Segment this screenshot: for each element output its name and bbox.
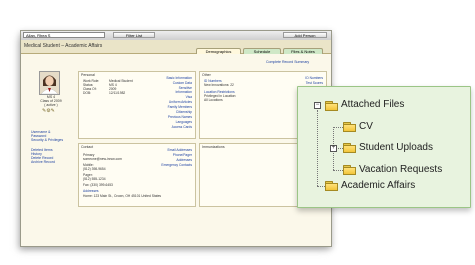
addresses-heading: Addresses [83,189,99,193]
personal-field-label: DOB: [83,91,92,95]
tree-node-attached-files[interactable]: Attached Files [341,99,404,110]
languages-link[interactable]: Languages [176,120,192,124]
personal-field-value: 12/11/1982 [109,91,126,95]
tree-node-student-uploads[interactable]: Student Uploads [359,142,433,153]
tab-demographics[interactable]: Demographics [196,48,241,54]
basic-information-link[interactable]: Basic Information [167,76,192,80]
access-cards-link[interactable]: Access Cards [172,125,192,129]
person-select[interactable]: Allan, Rhea S [23,32,105,38]
profile-photo [39,71,60,95]
pager-value: (512) 555-1234 [83,177,106,181]
personal-panel: Personal Work Role: Medical Student Stat… [78,71,196,139]
tree-node-cv[interactable]: CV [359,121,373,132]
archive-record-link[interactable]: Archive Record [31,160,55,164]
security-privileges-link[interactable]: Security & Privileges [31,138,63,142]
uniform-articles-link[interactable]: Uniform Articles [169,100,192,104]
emergency-contacts-link[interactable]: Emergency Contacts [161,163,192,167]
file-tree-panel: − Attached Files CV + Student Uploads Va… [297,86,471,208]
page-title: Medical Student – Academic Affairs [24,43,103,49]
custom-data-link[interactable]: Custom Data [173,81,192,85]
other-title: Other [202,73,211,77]
app-window: Allan, Rhea S Filter List Add Person Med… [20,30,332,247]
phone-pager-link[interactable]: Phone/Pager [173,153,192,157]
sensitive-information-link[interactable]: Information [176,90,193,94]
add-person-button[interactable]: Add Person [283,32,327,38]
profile-action-icons[interactable]: ✎⚙✎ [42,108,55,114]
citizenship-link[interactable]: Citizenship [176,110,192,114]
tree-connector [317,110,318,186]
privileged-location-value: All Locations [204,98,223,102]
folder-icon [343,122,356,132]
tree-connector [333,127,343,128]
folder-icon [325,181,338,191]
fax-line: Fax: (330) 399-6453 [83,183,113,187]
mobile-value: (512) 398-9654 [83,167,106,171]
email-addresses-link[interactable]: Email Addresses [167,148,192,152]
tree-node-academic-affairs[interactable]: Academic Affairs [341,180,415,191]
contact-title: Contact [81,145,94,149]
addresses-link[interactable]: Addresses [176,158,192,162]
home-address: Home: 123 Main St., Crown, OH 45101 Unit… [83,194,162,198]
tab-schedule[interactable]: Schedule [243,48,281,54]
folder-icon [343,143,356,153]
immunizations-title: Immunizations [202,145,225,149]
new-innovations-id: New Innovations: 22 [204,83,234,87]
profile-active-status: ( active ) [44,103,58,107]
tree-node-vacation-requests[interactable]: Vacation Requests [359,164,442,175]
tab-files-notes[interactable]: Files & Notes [283,48,323,54]
personal-title: Personal [81,73,95,77]
page-header: Medical Student – Academic Affairs Demog… [21,40,331,54]
contact-panel: Contact Primary someone@new-innov.com Mo… [78,143,196,207]
test-scores-link[interactable]: Test Scores [306,81,323,85]
expand-toggle-icon[interactable]: + [330,145,337,152]
tree-connector [333,170,343,171]
open-folder-icon [325,101,338,111]
id-numbers-link[interactable]: ID Numbers [305,76,323,80]
folder-icon [343,165,356,175]
email-primary-value: someone@new-innov.com [83,157,122,161]
family-members-link[interactable]: Family Members [168,105,192,109]
complete-record-summary-link[interactable]: Complete Record Summary [266,60,309,64]
filter-list-button[interactable]: Filter List [113,32,155,38]
collapse-toggle-icon[interactable]: − [314,102,321,109]
previous-names-link[interactable]: Previous Names [168,115,192,119]
visa-link[interactable]: Visa [186,95,192,99]
